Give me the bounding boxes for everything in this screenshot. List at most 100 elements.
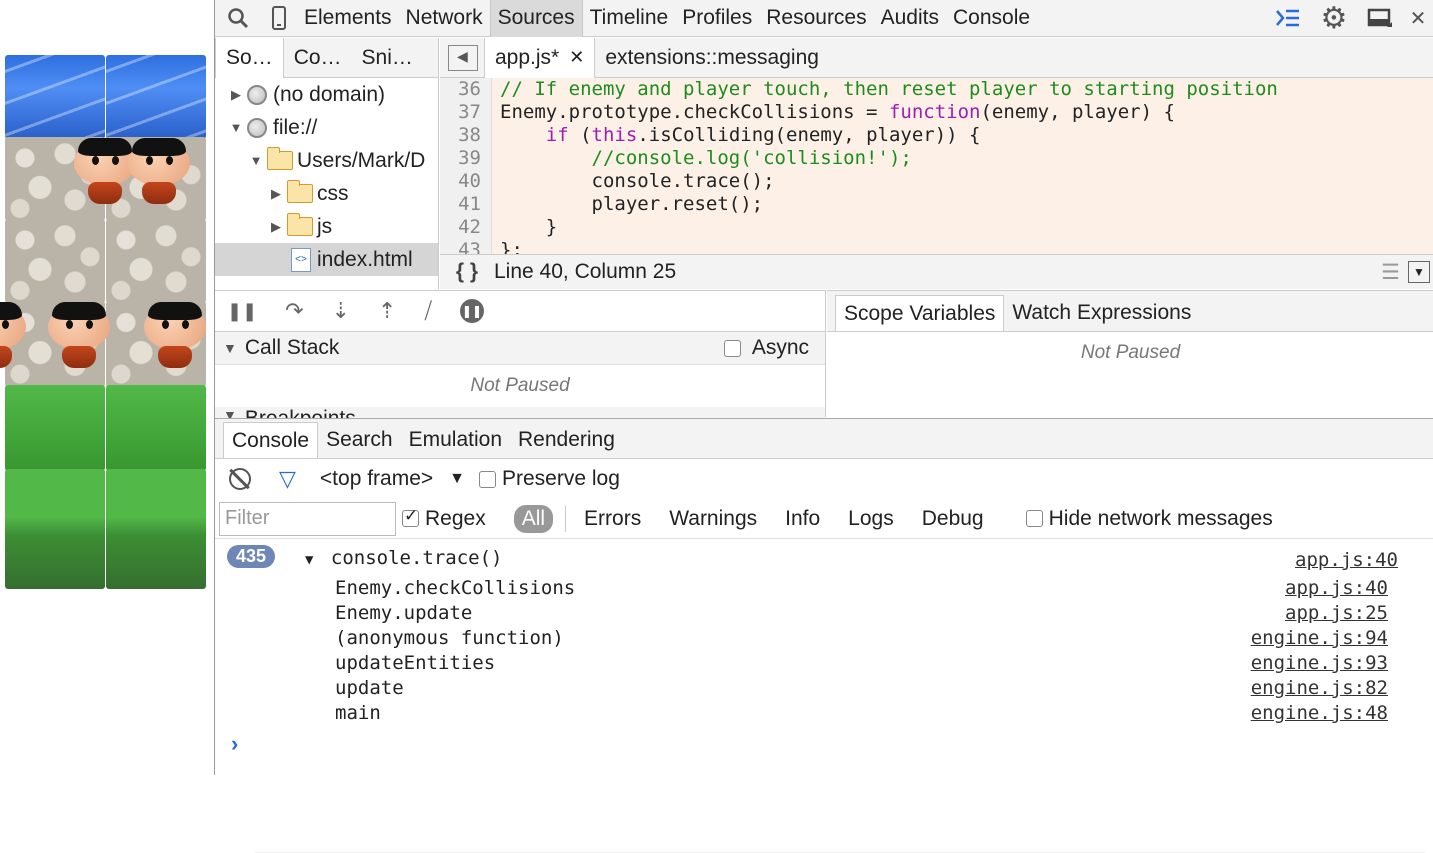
code-line[interactable]: 38 if (this.isColliding(enemy, player)) …	[440, 124, 1433, 147]
tab-profiles[interactable]: Profiles	[675, 0, 759, 37]
call-stack-status: Not Paused	[470, 375, 570, 396]
level-all[interactable]: All	[513, 504, 554, 533]
dropdown-arrow-icon[interactable]: ▼	[449, 470, 465, 488]
chevron-down-icon[interactable]: ▼	[229, 120, 243, 135]
console-prompt-icon[interactable]: ›	[231, 731, 238, 757]
line-number[interactable]: 40	[440, 170, 492, 193]
editor-tab-app-js[interactable]: app.js* ✕	[484, 37, 596, 78]
line-number[interactable]: 36	[440, 78, 492, 101]
code-text: //console.log('collision!');	[500, 147, 912, 169]
step-out-icon[interactable]: ⇡	[378, 298, 396, 324]
code-line[interactable]: 42 }	[440, 216, 1433, 239]
tree-item-css-folder[interactable]: ▶ css	[215, 177, 438, 210]
drawer-tab-emulation[interactable]: Emulation	[401, 422, 510, 458]
tree-item-js-folder[interactable]: ▶ js	[215, 210, 438, 243]
show-drawer-icon[interactable]	[1265, 0, 1311, 37]
tab-sources[interactable]: Sources	[489, 0, 583, 37]
tab-audits[interactable]: Audits	[874, 0, 946, 37]
line-number[interactable]: 41	[440, 193, 492, 216]
drawer-tab-search[interactable]: Search	[318, 422, 401, 458]
grass-tile	[106, 385, 206, 471]
code-line[interactable]: 43};	[440, 239, 1433, 254]
code-line[interactable]: 36 // If enemy and player touch, then res…	[440, 78, 1433, 101]
chevron-down-icon[interactable]: ▼	[223, 340, 237, 356]
chevron-right-icon[interactable]: ▶	[229, 87, 243, 103]
stack-frame-link[interactable]: engine.js:48	[1251, 702, 1388, 724]
filter-input[interactable]: Filter	[219, 501, 396, 536]
level-debug[interactable]: Debug	[908, 507, 998, 531]
clear-console-icon[interactable]	[229, 468, 251, 490]
tree-item-file[interactable]: ▼ file://	[215, 111, 438, 144]
toggle-navigator-button[interactable]	[448, 44, 478, 71]
close-tab-icon[interactable]: ✕	[569, 47, 584, 68]
tab-snippets[interactable]: Sni…	[352, 38, 423, 78]
async-checkbox[interactable]	[724, 339, 742, 357]
level-errors[interactable]: Errors	[570, 507, 655, 531]
hide-network-checkbox[interactable]	[1025, 510, 1043, 527]
water-tile	[106, 55, 206, 139]
line-number[interactable]: 42	[440, 216, 492, 239]
stack-frame-link[interactable]: engine.js:93	[1251, 652, 1388, 674]
tab-resources[interactable]: Resources	[759, 0, 873, 37]
preserve-log-checkbox[interactable]	[479, 470, 496, 488]
stack-frame-function: Enemy.update	[335, 602, 473, 624]
tab-network[interactable]: Network	[399, 0, 490, 37]
regex-checkbox[interactable]	[402, 506, 419, 527]
folder-icon	[287, 213, 313, 236]
message-source-link[interactable]: app.js:40	[1295, 549, 1398, 571]
line-number[interactable]: 38	[440, 124, 492, 147]
frame-select[interactable]: <top frame>	[320, 467, 433, 491]
code-line[interactable]: 41 player.reset();	[440, 193, 1433, 216]
code-line[interactable]: 40 console.trace();	[440, 170, 1433, 193]
line-number[interactable]: 37	[440, 101, 492, 124]
filter-icon[interactable]: ▽	[279, 466, 296, 492]
editor-tab-extensions-messaging[interactable]: extensions::messaging	[595, 38, 829, 78]
dock-side-icon[interactable]	[1357, 0, 1403, 37]
chevron-right-icon[interactable]: ▶	[269, 219, 283, 235]
drawer-tab-console[interactable]: Console	[223, 422, 319, 458]
code-line[interactable]: 37 Enemy.prototype.checkCollisions = func…	[440, 101, 1433, 124]
call-stack-header[interactable]: ▼ Call Stack Async	[215, 332, 825, 365]
stack-frame-link[interactable]: app.js:25	[1285, 602, 1388, 624]
level-logs[interactable]: Logs	[834, 507, 908, 531]
close-icon[interactable]: ✕	[1403, 0, 1433, 37]
tree-item-index-html[interactable]: <> index.html	[215, 243, 438, 276]
toggle-debugger-icon[interactable]: ▼	[1408, 261, 1430, 283]
console-message[interactable]: ▼ console.trace()	[305, 547, 502, 569]
tab-sources-tree[interactable]: So…	[215, 38, 284, 78]
line-number[interactable]: 39	[440, 147, 492, 170]
search-icon[interactable]	[215, 0, 261, 37]
tree-item-no-domain[interactable]: ▶ (no domain)	[215, 78, 438, 111]
chevron-right-icon[interactable]: ▶	[269, 186, 283, 202]
deactivate-breakpoints-icon[interactable]: ⧸	[424, 298, 431, 324]
tree-item-users-folder[interactable]: ▼ Users/Mark/D	[215, 144, 438, 177]
tab-timeline[interactable]: Timeline	[583, 0, 676, 37]
menu-icon[interactable]: ☰	[1381, 260, 1400, 285]
editor-status-bar: { } Line 40, Column 25 ☰ ▼	[440, 254, 1433, 289]
line-number[interactable]: 43	[440, 239, 492, 254]
drawer-tab-rendering[interactable]: Rendering	[510, 422, 623, 458]
tab-console[interactable]: Console	[946, 0, 1037, 37]
chevron-down-icon[interactable]: ▼	[305, 552, 313, 568]
code-line[interactable]: 39 //console.log('collision!');	[440, 147, 1433, 170]
chevron-down-icon[interactable]: ▼	[249, 153, 263, 168]
step-over-icon[interactable]: ↷	[285, 298, 303, 324]
gear-icon[interactable]: ⚙	[1311, 0, 1357, 37]
level-info[interactable]: Info	[771, 507, 834, 531]
pause-icon[interactable]: ❚❚	[227, 301, 257, 322]
pause-on-exceptions-icon[interactable]: ❚❚	[459, 299, 484, 323]
level-warnings[interactable]: Warnings	[655, 507, 771, 531]
tab-elements[interactable]: Elements	[297, 0, 399, 37]
stack-frame-link[interactable]: engine.js:82	[1251, 677, 1388, 699]
device-mode-icon[interactable]	[261, 0, 297, 37]
tab-content-scripts[interactable]: Co…	[284, 38, 352, 78]
stack-frame-link[interactable]: engine.js:94	[1251, 627, 1388, 649]
step-into-icon[interactable]: ⇣	[332, 298, 350, 324]
pretty-print-button[interactable]: { }	[440, 260, 494, 284]
globe-icon	[247, 117, 267, 138]
tab-watch-expressions[interactable]: Watch Expressions	[1004, 295, 1199, 331]
async-checkbox-wrap[interactable]: Async	[724, 336, 809, 360]
stack-frame-link[interactable]: app.js:40	[1285, 577, 1388, 599]
code-area[interactable]: 36 // If enemy and player touch, then res…	[440, 78, 1433, 254]
tab-scope-variables[interactable]: Scope Variables	[835, 295, 1005, 331]
